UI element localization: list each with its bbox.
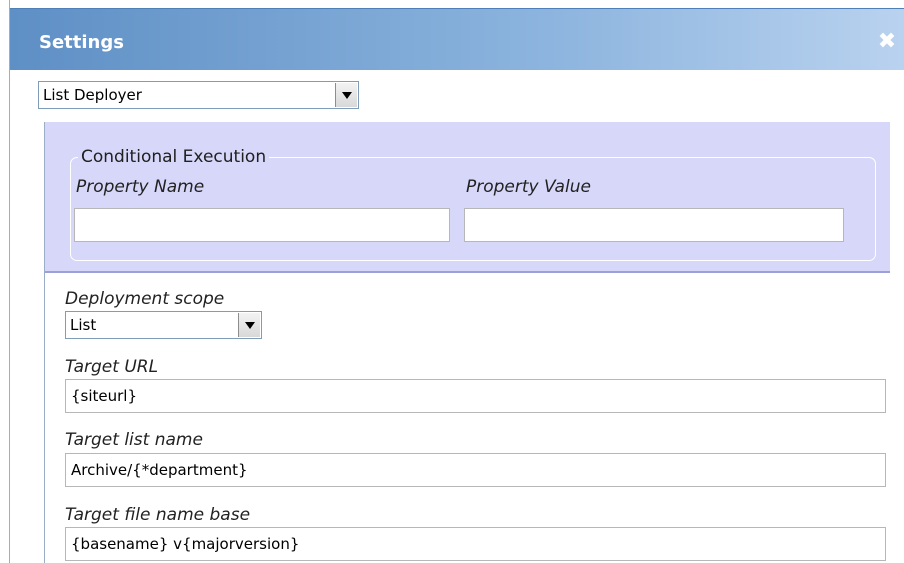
target-file-name-base-label: Target file name base	[65, 505, 251, 525]
deployer-type-select[interactable]: List Deployer	[38, 81, 359, 109]
dialog-titlebar[interactable]: Settings ✖	[10, 8, 904, 70]
deployer-type-value: List Deployer	[43, 86, 142, 104]
dropdown-arrow-icon[interactable]	[335, 83, 357, 107]
target-list-name-input[interactable]: Archive/{*department}	[65, 453, 886, 487]
property-value-input[interactable]	[464, 208, 844, 242]
target-list-name-label: Target list name	[65, 430, 203, 450]
target-file-name-base-input[interactable]: {basename} v{majorversion}	[65, 527, 886, 561]
conditional-execution-legend: Conditional Execution	[78, 145, 270, 169]
property-name-label: Property Name	[76, 177, 205, 197]
deployment-scope-select[interactable]: List	[65, 311, 262, 339]
target-url-label: Target URL	[65, 357, 159, 377]
conditional-execution-section: Conditional Execution Property Name Prop…	[45, 122, 890, 273]
dialog-title: Settings	[39, 32, 124, 53]
property-name-input[interactable]	[74, 208, 450, 242]
dropdown-arrow-icon[interactable]	[238, 313, 260, 337]
settings-panel: Conditional Execution Property Name Prop…	[44, 122, 890, 563]
target-url-input[interactable]: {siteurl}	[65, 379, 886, 413]
conditional-execution-fieldset: Conditional Execution Property Name Prop…	[70, 145, 876, 261]
deployment-scope-label: Deployment scope	[65, 289, 225, 309]
close-icon[interactable]: ✖	[875, 30, 899, 54]
deployment-scope-value: List	[70, 316, 97, 334]
property-value-label: Property Value	[466, 177, 591, 197]
settings-dialog: Settings ✖ List Deployer Conditional Exe…	[9, 0, 904, 563]
